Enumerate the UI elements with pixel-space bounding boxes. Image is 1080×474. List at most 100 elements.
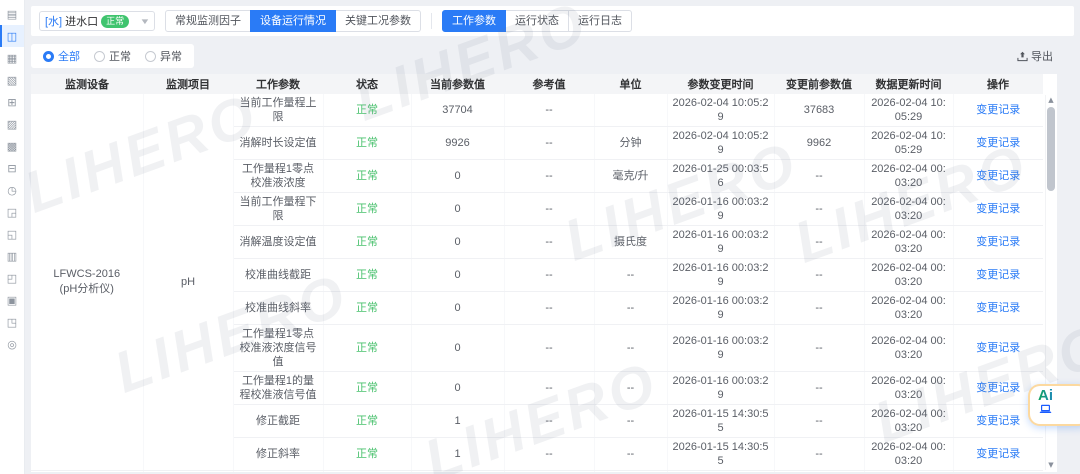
sidebar-item-device[interactable]: ▨ bbox=[0, 113, 24, 135]
updated-time-cell: 2026-02-04 00:03:20 bbox=[864, 405, 953, 438]
changed-time-cell: 2026-01-16 00:03:29 bbox=[667, 325, 774, 372]
current-value-cell: 0 bbox=[411, 259, 504, 292]
scrollbar-thumb[interactable] bbox=[1047, 107, 1055, 191]
monitor-icon: ▦ bbox=[7, 52, 17, 65]
ref-value-cell: -- bbox=[504, 372, 594, 405]
sidebar-item-archive[interactable]: ◰ bbox=[0, 267, 24, 289]
station-select[interactable]: [水]进水口 正常 ▼ bbox=[39, 11, 155, 31]
change-record-link[interactable]: 变更记录 bbox=[976, 104, 1020, 116]
sidebar-item-report[interactable]: ▧ bbox=[0, 69, 24, 91]
device-cell: LFWCS-2016(pH分析仪) bbox=[31, 94, 143, 471]
status-cell: 正常 bbox=[323, 94, 411, 127]
change-record-link[interactable]: 变更记录 bbox=[976, 302, 1020, 314]
tab-work-params[interactable]: 工作参数 bbox=[442, 10, 506, 32]
ref-value-cell: -- bbox=[504, 94, 594, 127]
action-cell: 变更记录 bbox=[953, 160, 1043, 193]
status-filter-group: 全部正常 异常 bbox=[31, 44, 194, 68]
scroll-up-arrow[interactable]: ▲ bbox=[1048, 95, 1053, 105]
sidebar-item-config[interactable]: ◱ bbox=[0, 223, 24, 245]
change-record-link[interactable]: 变更记录 bbox=[976, 415, 1020, 427]
dashboard-icon: ◫ bbox=[7, 30, 17, 43]
parameters-table: 监测设备监测项目工作参数状态当前参数值参考值单位参数变更时间变更前参数值数据更新… bbox=[31, 74, 1057, 472]
current-value-cell: 9926 bbox=[411, 127, 504, 160]
updated-time-cell: 2026-02-04 00:03:20 bbox=[864, 438, 953, 471]
user-icon: ▥ bbox=[7, 250, 17, 263]
tab-device-status[interactable]: 设备运行情况 bbox=[250, 10, 336, 32]
export-icon bbox=[1017, 51, 1028, 62]
sidebar-item-log[interactable]: ⊟ bbox=[0, 157, 24, 179]
ref-value-cell: -- bbox=[504, 226, 594, 259]
updated-time-cell: 2026-02-04 00:03:20 bbox=[864, 325, 953, 372]
tab-run-status[interactable]: 运行状态 bbox=[505, 10, 569, 32]
alarm-icon: ▩ bbox=[7, 140, 17, 153]
change-record-link[interactable]: 变更记录 bbox=[976, 342, 1020, 354]
radio-label: 异常 bbox=[160, 48, 182, 64]
prev-value-cell: -- bbox=[774, 325, 864, 372]
sidebar-item-settings[interactable]: ◎ bbox=[0, 333, 24, 355]
export-button[interactable]: 导出 bbox=[1017, 48, 1053, 64]
sidebar-item-dashboard[interactable]: ◫ bbox=[0, 25, 24, 47]
status-cell: 正常 bbox=[323, 160, 411, 193]
prev-value-cell: 37683 bbox=[774, 94, 864, 127]
column-header-0: 监测设备 bbox=[31, 74, 143, 94]
sidebar-item-user[interactable]: ▥ bbox=[0, 245, 24, 267]
ai-assistant-button[interactable]: Ai bbox=[1028, 384, 1080, 426]
param-cell: 工作量程1零点校准液浓度 bbox=[233, 160, 323, 193]
unit-cell bbox=[594, 94, 667, 127]
tab-regular-factors[interactable]: 常规监测因子 bbox=[165, 10, 251, 32]
current-value-cell: 0 bbox=[411, 226, 504, 259]
export-label: 导出 bbox=[1031, 48, 1053, 64]
param-cell: 当前工作量程上限 bbox=[233, 94, 323, 127]
sidebar-item-monitor[interactable]: ▦ bbox=[0, 47, 24, 69]
device-cell bbox=[31, 471, 143, 473]
prev-value-cell: -- bbox=[774, 193, 864, 226]
sidebar-item-message[interactable]: ◳ bbox=[0, 311, 24, 333]
sidebar-item-clock[interactable]: ◷ bbox=[0, 179, 24, 201]
change-record-link[interactable]: 变更记录 bbox=[976, 170, 1020, 182]
sidebar-item-alarm[interactable]: ▩ bbox=[0, 135, 24, 157]
action-cell: 变更记录 bbox=[953, 325, 1043, 372]
sidebar-item-data[interactable]: ⊞ bbox=[0, 91, 24, 113]
radio-all[interactable]: 全部 bbox=[43, 48, 80, 64]
current-value-cell: 1 bbox=[411, 438, 504, 471]
current-value-cell: 37704 bbox=[411, 94, 504, 127]
radio-abnormal[interactable]: 异常 bbox=[145, 48, 182, 64]
sidebar-item-chart[interactable]: ◲ bbox=[0, 201, 24, 223]
sidebar-item-task[interactable]: ▣ bbox=[0, 289, 24, 311]
tab-run-logs[interactable]: 运行日志 bbox=[568, 10, 632, 32]
prev-value-cell: -- bbox=[774, 292, 864, 325]
ref-value-cell: -- bbox=[504, 259, 594, 292]
current-value-cell: 0 bbox=[411, 325, 504, 372]
status-cell: 正常 bbox=[323, 292, 411, 325]
change-record-link[interactable]: 变更记录 bbox=[976, 203, 1020, 215]
changed-time-cell: 2026-02-04 10:05:29 bbox=[667, 94, 774, 127]
action-cell: 变更记录 bbox=[953, 292, 1043, 325]
device-icon: ▨ bbox=[7, 118, 17, 131]
tab-key-conditions[interactable]: 关键工况参数 bbox=[335, 10, 421, 32]
updated-time-cell: 2026-02-04 09:25:20 bbox=[864, 471, 953, 473]
radio-normal[interactable]: 正常 bbox=[94, 48, 131, 64]
radio-dot bbox=[145, 51, 156, 62]
change-record-link[interactable]: 变更记录 bbox=[976, 137, 1020, 149]
unit-cell: 摄氏度 bbox=[594, 226, 667, 259]
change-record-link[interactable]: 变更记录 bbox=[976, 382, 1020, 394]
current-value-cell: 0 bbox=[411, 160, 504, 193]
change-record-link[interactable]: 变更记录 bbox=[976, 448, 1020, 460]
changed-time-cell: 2026-02-04 10:05:29 bbox=[667, 127, 774, 160]
scroll-down-arrow[interactable]: ▼ bbox=[1048, 460, 1053, 470]
updated-time-cell: 2026-02-04 10:05:29 bbox=[864, 94, 953, 127]
updated-time-cell: 2026-02-04 00:03:20 bbox=[864, 292, 953, 325]
updated-time-cell: 2026-02-04 00:03:20 bbox=[864, 259, 953, 292]
changed-time-cell: 2026-01-25 00:03:56 bbox=[667, 160, 774, 193]
topbar-divider bbox=[431, 13, 432, 29]
unit-cell: 分钟 bbox=[594, 127, 667, 160]
changed-time-cell: 2026-01-16 00:03:29 bbox=[667, 226, 774, 259]
change-record-link[interactable]: 变更记录 bbox=[976, 269, 1020, 281]
status-cell: 正常 bbox=[323, 372, 411, 405]
param-cell: 当前工作量程下限 bbox=[233, 193, 323, 226]
change-record-link[interactable]: 变更记录 bbox=[976, 236, 1020, 248]
ref-value-cell: -- bbox=[504, 292, 594, 325]
current-value-cell: 0 bbox=[411, 193, 504, 226]
unit-cell: -- bbox=[594, 405, 667, 438]
sidebar-item-home[interactable]: ▤ bbox=[0, 3, 24, 25]
